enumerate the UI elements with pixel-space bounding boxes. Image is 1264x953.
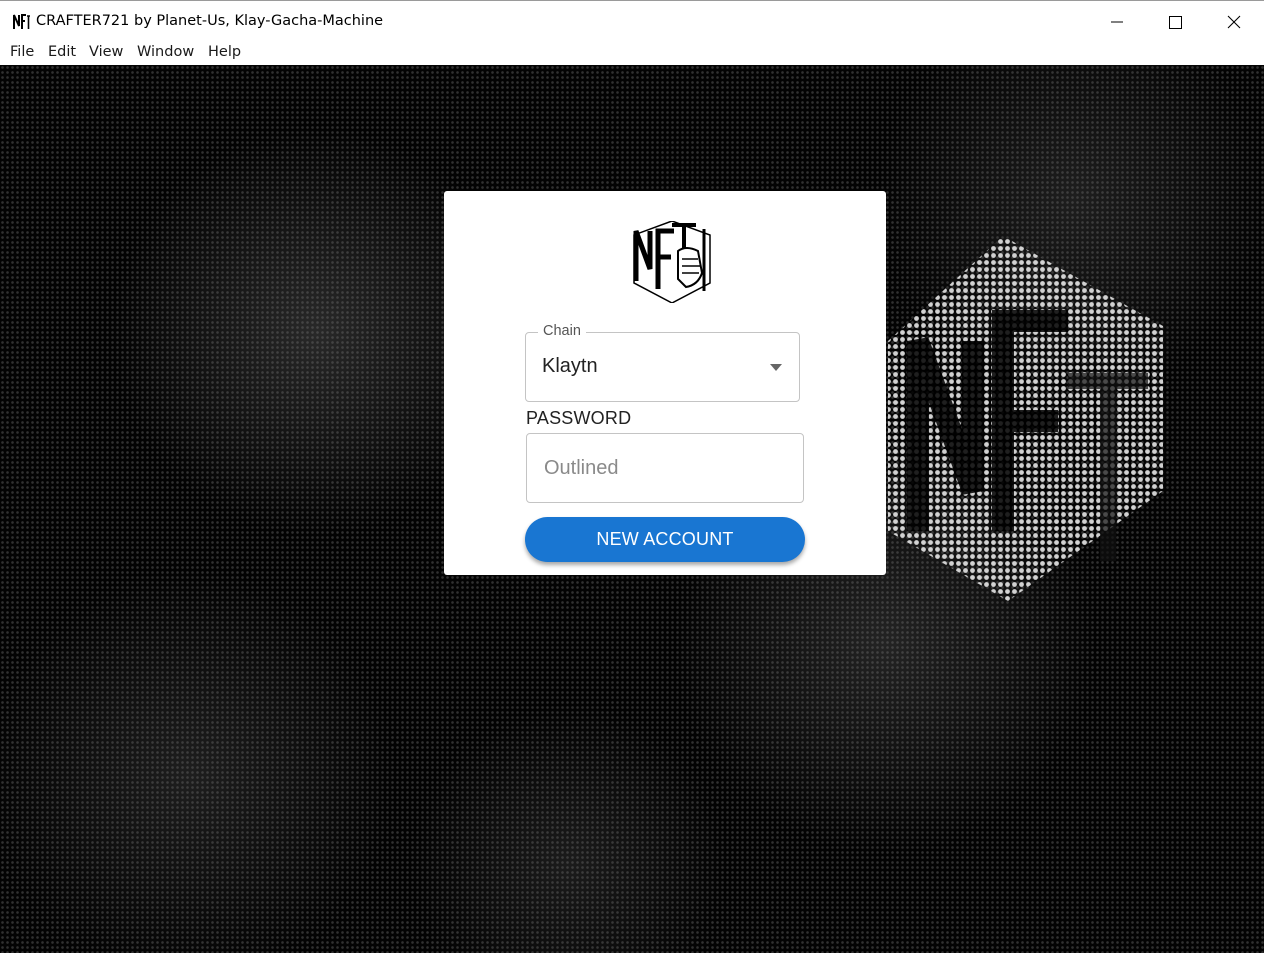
nft-logo-icon (13, 14, 30, 29)
nft-hammer-hand-logo (633, 221, 711, 303)
menu-file[interactable]: File (10, 44, 34, 60)
chain-label: Chain (538, 323, 586, 339)
close-button[interactable] (1205, 1, 1263, 43)
background-nft-logo (888, 236, 1163, 601)
login-card: Chain Klaytn PASSWORD NEW ACCOUNT (444, 191, 886, 575)
password-input[interactable] (526, 433, 804, 503)
menu-bar: File Edit View Window Help (0, 42, 1264, 65)
password-label: PASSWORD (526, 408, 632, 428)
close-icon (1227, 15, 1241, 29)
menu-help[interactable]: Help (208, 44, 241, 60)
menu-window[interactable]: Window (137, 44, 194, 60)
maximize-button[interactable] (1146, 1, 1204, 43)
maximize-icon (1168, 15, 1182, 29)
chain-value: Klaytn (542, 355, 598, 377)
dropdown-arrow-icon (770, 364, 782, 371)
minimize-button[interactable] (1088, 1, 1146, 43)
window-title: CRAFTER721 by Planet-Us, Klay-Gacha-Mach… (36, 13, 384, 29)
title-bar: CRAFTER721 by Planet-Us, Klay-Gacha-Mach… (0, 0, 1264, 42)
chain-select[interactable]: Chain Klaytn (525, 323, 800, 402)
menu-edit[interactable]: Edit (48, 44, 76, 60)
new-account-button[interactable]: NEW ACCOUNT (525, 517, 805, 562)
minimize-icon (1111, 21, 1123, 23)
menu-view[interactable]: View (89, 44, 123, 60)
